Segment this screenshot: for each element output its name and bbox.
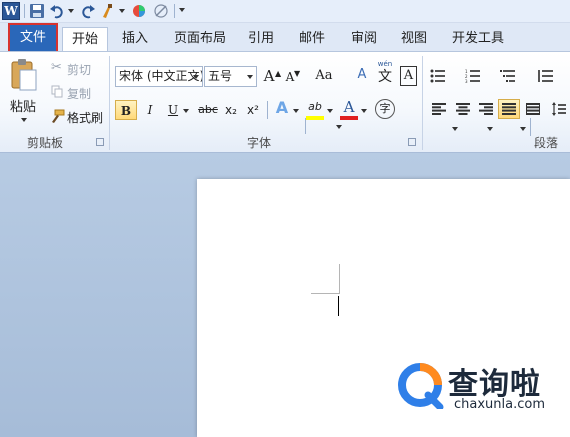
justify-icon bbox=[502, 103, 516, 115]
margin-corner-mark bbox=[311, 293, 340, 294]
toolbar-separator bbox=[24, 4, 25, 18]
quick-access-toolbar: W bbox=[0, 0, 570, 23]
character-border-button[interactable]: A bbox=[400, 66, 417, 86]
italic-button[interactable]: I bbox=[142, 100, 158, 120]
pencil-icon[interactable] bbox=[153, 3, 169, 19]
grow-arrow-icon: ▲ bbox=[275, 69, 282, 78]
tab-file[interactable]: 文件 bbox=[8, 23, 58, 53]
ribbon-separator bbox=[530, 118, 531, 136]
underline-button[interactable]: U bbox=[165, 100, 181, 120]
clear-formatting-button[interactable]: A bbox=[353, 65, 371, 85]
paragraph-group-label: 段落 bbox=[534, 136, 559, 150]
undo-dropdown-icon[interactable] bbox=[68, 9, 74, 13]
format-painter-icon bbox=[52, 109, 65, 123]
enclose-characters-button[interactable]: 字 bbox=[375, 99, 395, 119]
undo-icon[interactable] bbox=[49, 3, 65, 19]
bold-button[interactable]: B bbox=[115, 100, 137, 120]
font-name-dropdown-icon[interactable] bbox=[193, 75, 199, 79]
phonetic-guide-button[interactable]: 文 bbox=[376, 67, 394, 87]
decrease-indent-icon[interactable] bbox=[538, 69, 554, 83]
group-separator bbox=[422, 56, 423, 150]
svg-text:3: 3 bbox=[465, 79, 468, 83]
tab-view[interactable]: 视图 bbox=[401, 27, 427, 51]
superscript-button[interactable]: x² bbox=[244, 100, 262, 120]
save-icon[interactable] bbox=[29, 3, 45, 19]
ribbon-tab-bar: 文件 开始 插入 页面布局 引用 邮件 审阅 视图 开发工具 bbox=[0, 23, 570, 53]
scissors-icon: ✂ bbox=[51, 60, 62, 75]
watermark-url: chaxunla.com bbox=[454, 397, 545, 412]
text-effects-dropdown-icon[interactable] bbox=[293, 109, 299, 113]
bullets-dropdown-icon[interactable] bbox=[452, 127, 458, 131]
clipboard-group-label: 剪贴板 bbox=[27, 136, 64, 150]
distributed-align-icon[interactable] bbox=[526, 103, 540, 115]
copy-button[interactable]: 复制 bbox=[67, 85, 91, 102]
font-size-dropdown-icon[interactable] bbox=[247, 75, 253, 79]
tab-home[interactable]: 开始 bbox=[62, 27, 108, 53]
font-size-select[interactable]: 五号 bbox=[204, 66, 257, 87]
customize-toolbar-icon[interactable] bbox=[179, 8, 185, 12]
tab-mailings[interactable]: 邮件 bbox=[299, 27, 325, 51]
ribbon-home: 粘贴 ✂ 剪切 复制 格式刷 剪贴板 宋体 (中文正文) 五号 A ▲ A ▼ bbox=[0, 51, 570, 153]
font-color-button[interactable]: A bbox=[340, 97, 358, 117]
ribbon-separator bbox=[305, 118, 306, 134]
change-case-dropdown-icon[interactable] bbox=[336, 125, 342, 129]
change-case-button[interactable]: Aa bbox=[313, 66, 335, 86]
highlight-dropdown-icon[interactable] bbox=[327, 109, 333, 113]
shrink-arrow-icon: ▼ bbox=[294, 69, 301, 78]
numbering-icon[interactable]: 1 2 3 bbox=[465, 69, 481, 83]
tab-references[interactable]: 引用 bbox=[248, 27, 274, 51]
font-color-dropdown-icon[interactable] bbox=[361, 109, 367, 113]
font-color-bar bbox=[340, 116, 358, 120]
line-spacing-icon[interactable] bbox=[552, 102, 566, 116]
align-right-icon[interactable] bbox=[479, 103, 493, 115]
font-group-label: 字体 bbox=[247, 136, 272, 150]
watermark: 查询啦 chaxunla.com bbox=[396, 357, 566, 417]
align-center-icon[interactable] bbox=[456, 103, 470, 115]
group-separator bbox=[109, 56, 110, 150]
paste-button[interactable]: 粘贴 bbox=[10, 96, 36, 115]
tab-page-layout[interactable]: 页面布局 bbox=[174, 27, 226, 51]
paste-dropdown-icon[interactable] bbox=[21, 118, 27, 122]
numbering-dropdown-icon[interactable] bbox=[487, 127, 493, 131]
font-name-select[interactable]: 宋体 (中文正文) bbox=[115, 66, 203, 87]
paintbrush-dropdown-icon[interactable] bbox=[119, 9, 125, 13]
highlight-button[interactable]: ab bbox=[305, 97, 325, 117]
redo-icon[interactable] bbox=[80, 3, 96, 19]
text-effects-button[interactable]: A bbox=[273, 98, 291, 118]
justify-button[interactable] bbox=[498, 99, 520, 119]
font-name-value: 宋体 (中文正文) bbox=[119, 69, 203, 83]
multilevel-dropdown-icon[interactable] bbox=[520, 127, 526, 131]
subscript-button[interactable]: x₂ bbox=[222, 100, 240, 120]
bullets-icon[interactable] bbox=[430, 69, 446, 83]
toolbar-separator bbox=[174, 4, 175, 18]
clipboard-dialog-launcher-icon[interactable] bbox=[96, 138, 104, 146]
font-size-value: 五号 bbox=[208, 69, 233, 83]
strikethrough-button[interactable]: abc bbox=[196, 100, 220, 120]
text-cursor bbox=[338, 296, 339, 316]
color-wheel-icon[interactable] bbox=[131, 3, 147, 19]
grow-font-button[interactable]: A bbox=[262, 66, 276, 86]
ribbon-separator bbox=[267, 101, 268, 119]
highlight-color-bar bbox=[306, 116, 324, 120]
tab-developer[interactable]: 开发工具 bbox=[452, 27, 504, 51]
tab-insert[interactable]: 插入 bbox=[122, 27, 148, 51]
align-left-icon[interactable] bbox=[432, 103, 446, 115]
format-painter-button[interactable]: 格式刷 bbox=[67, 109, 103, 126]
word-app-icon[interactable]: W bbox=[2, 2, 20, 20]
tab-review[interactable]: 审阅 bbox=[351, 27, 377, 51]
paintbrush-icon[interactable] bbox=[100, 3, 116, 19]
underline-dropdown-icon[interactable] bbox=[183, 109, 189, 113]
multilevel-list-icon[interactable] bbox=[500, 69, 516, 83]
font-dialog-launcher-icon[interactable] bbox=[408, 138, 416, 146]
chaxunla-logo-icon bbox=[398, 363, 444, 409]
cut-button[interactable]: 剪切 bbox=[67, 61, 91, 78]
paste-icon[interactable] bbox=[10, 58, 38, 92]
margin-corner-mark bbox=[339, 264, 340, 294]
copy-icon bbox=[51, 85, 63, 98]
